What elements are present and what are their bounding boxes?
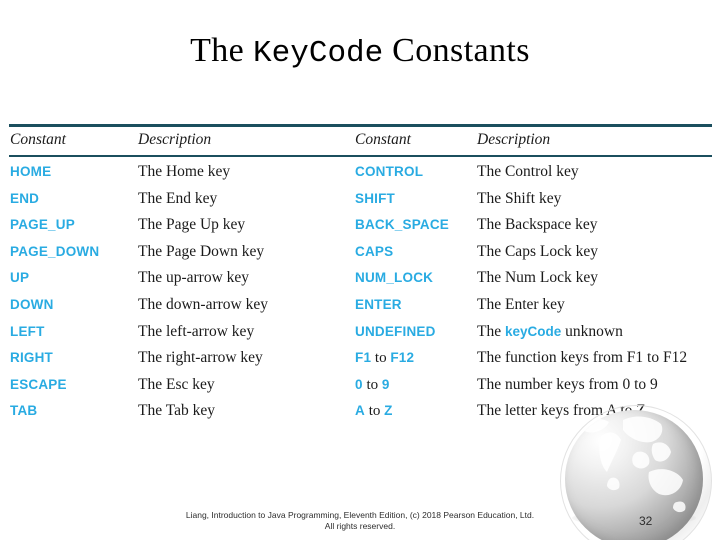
range-start: A — [355, 403, 365, 419]
footer-line-2: All rights reserved. — [324, 521, 396, 531]
constant-description: The Tab key — [138, 402, 215, 420]
range-joiner: to — [371, 350, 391, 367]
constant-description: The number keys from 0 to 9 — [477, 375, 658, 393]
constant-name: CAPS — [355, 243, 394, 259]
description-suffix: unknown — [561, 322, 623, 340]
page-title-suffix: Constants — [383, 32, 530, 69]
constant-name: PAGE_UP — [10, 217, 75, 233]
description-keyword: keyCode — [504, 323, 562, 339]
column-header-description-right: Description — [477, 131, 551, 148]
constant-name: ESCAPE — [10, 376, 67, 392]
table-row: END The End key SHIFT The Shift key — [9, 188, 712, 215]
range-end: F12 — [390, 350, 415, 366]
table-row: UP The up-arrow key NUM_LOCK The Num Loc… — [9, 267, 712, 294]
table-header-row: Constant Description Constant Descriptio… — [9, 127, 712, 155]
table-row: ESCAPE The Esc key 0 to 9 The number key… — [9, 374, 712, 401]
constant-name: UP — [10, 270, 30, 286]
constant-description: The Page Down key — [138, 242, 265, 260]
table-row: PAGE_DOWN The Page Down key CAPS The Cap… — [9, 241, 712, 268]
constant-description: The function keys from F1 to F12 — [477, 349, 688, 367]
constant-name: SHIFT — [355, 190, 395, 206]
constant-name-range: A to Z — [355, 400, 393, 422]
range-joiner: to — [362, 376, 382, 393]
constant-description: The up-arrow key — [138, 269, 250, 287]
constant-description: The right-arrow key — [138, 349, 263, 367]
description-prefix: The — [477, 322, 505, 340]
constant-description: The left-arrow key — [138, 322, 255, 340]
page-title: The KeyCode Constants — [0, 30, 720, 75]
footer-line-1: Liang, Introduction to Java Programming,… — [185, 510, 535, 520]
constant-description: The Caps Lock key — [477, 242, 598, 260]
column-header-description-left: Description — [138, 131, 212, 148]
table-row: DOWN The down-arrow key ENTER The Enter … — [9, 294, 712, 321]
constant-name: ENTER — [355, 296, 402, 312]
constant-name: UNDEFINED — [355, 323, 436, 339]
table-row: HOME The Home key CONTROL The Control ke… — [9, 161, 712, 188]
constant-description: The End key — [138, 189, 218, 207]
table-row: LEFT The left-arrow key UNDEFINED The ke… — [9, 321, 712, 348]
constant-description: The letter keys from A to Z — [477, 402, 646, 420]
range-end: 9 — [381, 376, 390, 392]
constant-description: The down-arrow key — [138, 295, 268, 313]
constant-description: The Shift key — [477, 189, 562, 207]
page-title-prefix: The — [190, 32, 254, 69]
range-joiner: to — [364, 403, 385, 420]
keycode-constants-table: Constant Description Constant Descriptio… — [9, 124, 712, 427]
constant-name: RIGHT — [10, 350, 53, 366]
constant-description: The keyCode unknown — [477, 321, 623, 343]
constant-name: LEFT — [10, 323, 45, 339]
constant-description: The Backspace key — [477, 216, 598, 234]
constant-name: HOME — [10, 164, 52, 179]
constant-name: NUM_LOCK — [355, 270, 434, 286]
constant-description: The Enter key — [477, 295, 565, 313]
constant-description: The Control key — [477, 163, 579, 180]
constant-name: END — [10, 190, 40, 206]
constant-description: The Num Lock key — [477, 269, 598, 287]
table-body: HOME The Home key CONTROL The Control ke… — [9, 157, 712, 427]
table-row: PAGE_UP The Page Up key BACK_SPACE The B… — [9, 214, 712, 241]
range-start: 0 — [355, 376, 363, 392]
constant-name: TAB — [10, 403, 38, 419]
constant-description: The Esc key — [138, 375, 215, 393]
constant-description: The Page Up key — [138, 216, 246, 234]
footer-copyright: Liang, Introduction to Java Programming,… — [0, 510, 720, 532]
constant-description: The Home key — [138, 163, 231, 180]
constant-name-range: F1 to F12 — [355, 347, 414, 369]
range-end: Z — [384, 403, 393, 419]
table-row: RIGHT The right-arrow key F1 to F12 The … — [9, 347, 712, 374]
constant-name: PAGE_DOWN — [10, 243, 100, 259]
constant-name: BACK_SPACE — [355, 217, 450, 233]
constant-name: CONTROL — [355, 164, 424, 179]
range-start: F1 — [355, 350, 372, 366]
column-header-constant-right: Constant — [355, 131, 411, 148]
page-title-code: KeyCode — [253, 36, 384, 71]
constant-name: DOWN — [10, 296, 54, 312]
page-number: 32 — [639, 514, 653, 528]
column-header-constant-left: Constant — [10, 131, 66, 148]
constant-name-range: 0 to 9 — [355, 374, 390, 396]
table-row: TAB The Tab key A to Z The letter keys f… — [9, 400, 712, 427]
